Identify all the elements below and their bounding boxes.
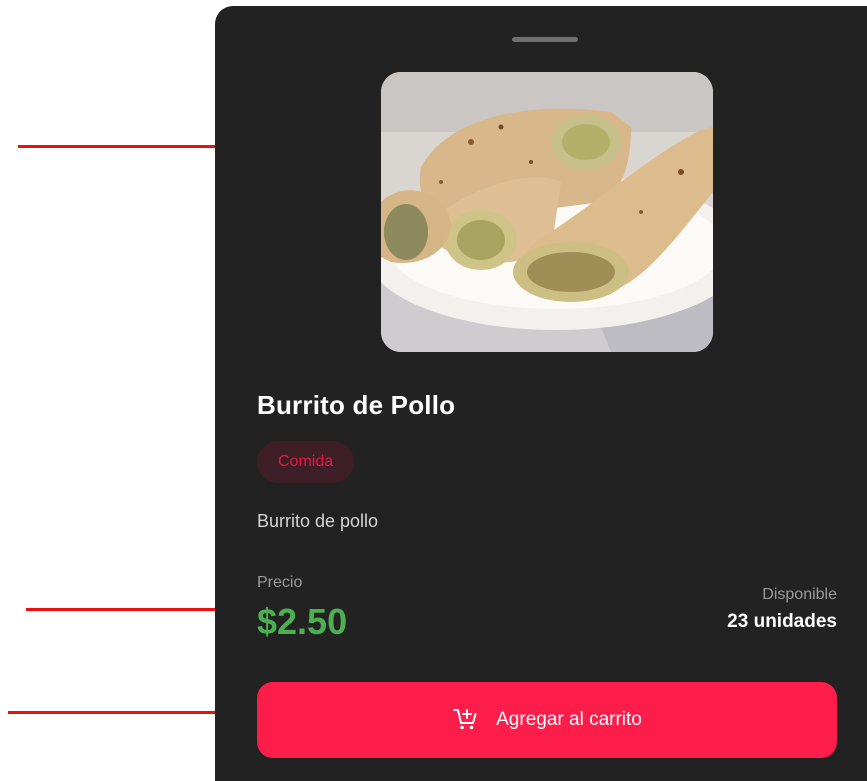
annotation-arrow-price bbox=[26, 602, 232, 616]
add-to-cart-button[interactable]: Agregar al carrito bbox=[257, 682, 837, 758]
add-to-cart-label: Agregar al carrito bbox=[496, 709, 642, 730]
availability-label: Disponible bbox=[762, 586, 837, 603]
add-shopping-cart-icon bbox=[452, 706, 478, 735]
screenshot-stage: Burrito de Pollo Comida Burrito de pollo… bbox=[0, 0, 867, 781]
sheet-drag-handle[interactable] bbox=[512, 37, 578, 42]
product-description: Burrito de pollo bbox=[257, 511, 379, 531]
product-detail-sheet: Burrito de Pollo Comida Burrito de pollo… bbox=[215, 6, 867, 781]
price-value: $2.50 bbox=[257, 601, 348, 642]
category-chip: Comida bbox=[257, 441, 355, 483]
price-label: Precio bbox=[257, 574, 303, 591]
product-image bbox=[381, 72, 713, 352]
product-title: Burrito de Pollo bbox=[257, 390, 456, 420]
availability-value: 23 unidades bbox=[727, 611, 837, 632]
